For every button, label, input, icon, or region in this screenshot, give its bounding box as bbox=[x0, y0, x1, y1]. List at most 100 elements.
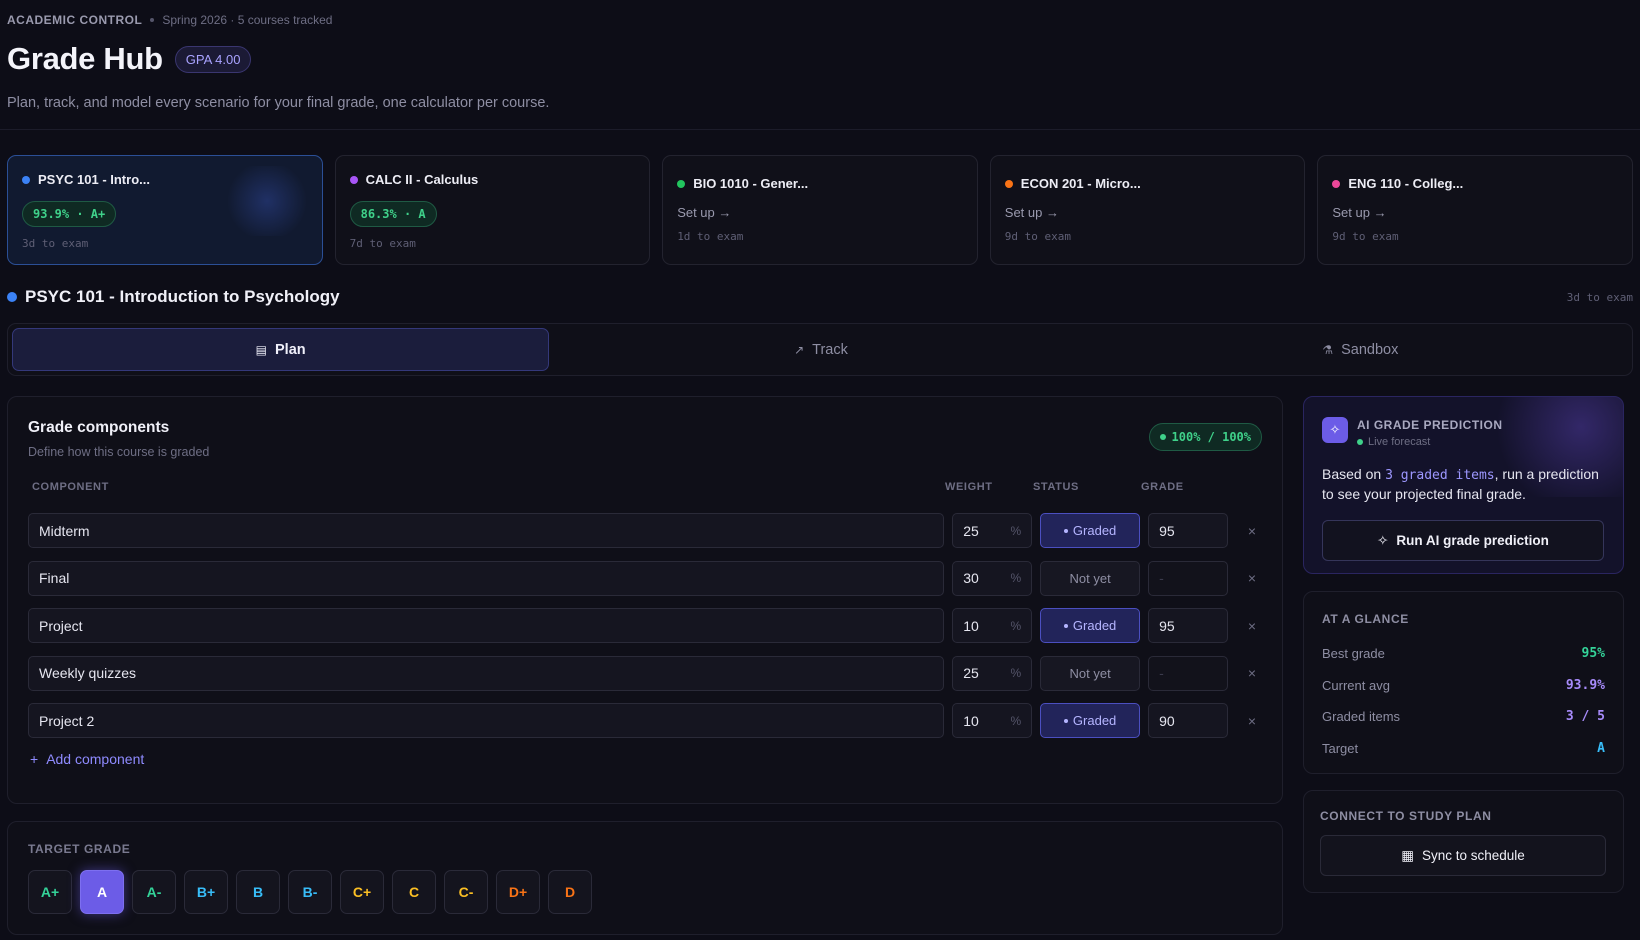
component-grade-input[interactable]: - bbox=[1148, 655, 1229, 691]
course-card[interactable]: ECON 201 - Micro... Set up → 9d to exam bbox=[989, 155, 1306, 265]
calendar-icon: ▦ bbox=[1401, 847, 1414, 863]
target-grade-option[interactable]: C+ bbox=[340, 870, 384, 914]
course-color-dot bbox=[1004, 179, 1013, 188]
percent-sign: % bbox=[1010, 618, 1022, 633]
status-toggle[interactable]: Graded bbox=[1040, 703, 1141, 738]
target-grade-panel: TARGET GRADE A+ A A- B+ B B- C+ C C- D+ D bbox=[7, 821, 1283, 935]
add-component-button[interactable]: + Add component bbox=[28, 751, 1262, 767]
close-icon[interactable]: × bbox=[1242, 570, 1262, 586]
status-label: Graded bbox=[1072, 618, 1117, 633]
component-name-input[interactable]: Midterm bbox=[28, 513, 945, 548]
target-grade-option[interactable]: A+ bbox=[28, 870, 72, 914]
target-grade-option[interactable]: A- bbox=[132, 870, 176, 914]
title-row: Grade Hub GPA 4.00 bbox=[7, 41, 1633, 76]
tab-track[interactable]: ↗ Track bbox=[553, 328, 1088, 371]
course-name: ECON 201 - Micro... bbox=[1020, 176, 1141, 191]
target-grade-option[interactable]: C bbox=[392, 870, 436, 914]
status-label: Graded bbox=[1072, 713, 1117, 728]
component-weight-input[interactable]: 10% bbox=[952, 703, 1033, 738]
target-grade-option[interactable]: D bbox=[548, 870, 592, 914]
component-row: Midterm 25% Graded 95 × bbox=[28, 513, 1262, 548]
exam-countdown: 9d to exam bbox=[1332, 230, 1399, 243]
component-grade-input[interactable]: 95 bbox=[1148, 513, 1229, 548]
course-card[interactable]: ENG 110 - Colleg... Set up → 9d to exam bbox=[1317, 155, 1633, 265]
target-grade-option[interactable]: C- bbox=[444, 870, 488, 914]
gpa-badge: GPA 4.00 bbox=[174, 45, 252, 73]
glance-value: 3 / 5 bbox=[1565, 709, 1605, 725]
status-dot bbox=[1159, 434, 1166, 440]
trend-icon: ↗ bbox=[794, 342, 805, 357]
tab-label: Sandbox bbox=[1341, 341, 1399, 358]
component-grade-input[interactable]: - bbox=[1148, 560, 1229, 596]
column-header: COMPONENT bbox=[32, 481, 109, 493]
sparkle-icon: ✧ bbox=[1377, 532, 1389, 548]
target-grade-option[interactable]: B bbox=[236, 870, 280, 914]
course-card[interactable]: BIO 1010 - Gener... Set up → 1d to exam bbox=[662, 155, 978, 265]
sync-schedule-button[interactable]: ▦ Sync to schedule bbox=[1320, 835, 1606, 876]
setup-link[interactable]: Set up → bbox=[1005, 205, 1291, 220]
status-toggle[interactable]: Not yet bbox=[1040, 655, 1141, 691]
status-toggle[interactable]: Graded bbox=[1040, 608, 1141, 643]
component-name-input[interactable]: Project bbox=[28, 608, 945, 643]
ai-title: AI GRADE PREDICTION bbox=[1357, 418, 1503, 432]
component-name-input[interactable]: Final bbox=[28, 560, 945, 596]
close-icon[interactable]: × bbox=[1242, 523, 1262, 539]
glance-row: Graded items 3 / 5 bbox=[1322, 701, 1605, 733]
brand-label: ACADEMIC CONTROL bbox=[7, 13, 143, 27]
target-grade-label: TARGET GRADE bbox=[28, 842, 131, 856]
percent-sign: % bbox=[1010, 713, 1022, 728]
course-grade-pill: 93.9% · A+ bbox=[22, 201, 117, 227]
glance-row: Best grade 95% bbox=[1322, 638, 1605, 670]
status-label: Not yet bbox=[1069, 570, 1111, 586]
graded-items-highlight: 3 graded items bbox=[1385, 468, 1495, 483]
glance-label: Current avg bbox=[1322, 677, 1390, 693]
components-description: Define how this course is graded bbox=[28, 445, 210, 459]
component-grade-input[interactable]: 90 bbox=[1148, 703, 1229, 738]
target-grade-option[interactable]: B+ bbox=[184, 870, 228, 914]
percent-sign: % bbox=[1010, 523, 1022, 538]
tab-plan[interactable]: ▤ Plan bbox=[12, 328, 550, 371]
component-name-input[interactable]: Project 2 bbox=[28, 703, 945, 738]
status-toggle[interactable]: Not yet bbox=[1040, 560, 1141, 596]
study-plan-title: CONNECT TO STUDY PLAN bbox=[1320, 809, 1492, 823]
weight-value: 10 bbox=[963, 712, 979, 729]
exam-countdown: 3d to exam bbox=[22, 237, 89, 250]
run-prediction-label: Run AI grade prediction bbox=[1396, 533, 1549, 548]
close-icon[interactable]: × bbox=[1242, 665, 1262, 681]
close-icon[interactable]: × bbox=[1242, 713, 1262, 729]
ai-prediction-panel: ✧ AI GRADE PREDICTION Live forecast Base… bbox=[1303, 396, 1624, 574]
course-card[interactable]: CALC II - Calculus 86.3% · A 7d to exam bbox=[334, 155, 651, 265]
target-grade-option[interactable]: B- bbox=[288, 870, 332, 914]
separator-dot bbox=[150, 18, 155, 22]
column-header: STATUS bbox=[1033, 481, 1079, 493]
weight-total-badge: 100% / 100% bbox=[1148, 423, 1262, 451]
status-toggle[interactable]: Graded bbox=[1040, 513, 1141, 548]
target-grade-option[interactable]: D+ bbox=[496, 870, 540, 914]
component-weight-input[interactable]: 10% bbox=[952, 608, 1033, 643]
tab-label: Track bbox=[812, 341, 848, 358]
course-name: PSYC 101 - Intro... bbox=[38, 172, 150, 187]
component-row: Project 10% Graded 95 × bbox=[28, 608, 1262, 643]
glance-row: Current avg 93.9% bbox=[1322, 670, 1605, 702]
setup-link[interactable]: Set up → bbox=[1332, 205, 1618, 220]
target-grade-options: A+ A A- B+ B B- C+ C C- D+ D bbox=[28, 870, 1262, 914]
course-color-dot bbox=[677, 179, 686, 188]
clipboard-icon: ▤ bbox=[255, 342, 268, 357]
setup-link[interactable]: Set up → bbox=[677, 205, 963, 220]
component-weight-input[interactable]: 25% bbox=[952, 513, 1033, 548]
component-weight-input[interactable]: 25% bbox=[952, 655, 1033, 691]
component-grade-input[interactable]: 95 bbox=[1148, 608, 1229, 643]
weight-value: 10 bbox=[963, 617, 979, 634]
exam-countdown: 7d to exam bbox=[349, 237, 416, 250]
run-prediction-button[interactable]: ✧ Run AI grade prediction bbox=[1322, 520, 1604, 561]
close-icon[interactable]: × bbox=[1242, 618, 1262, 634]
course-color-dot bbox=[1332, 179, 1341, 188]
tab-sandbox[interactable]: ⚗ Sandbox bbox=[1093, 328, 1628, 371]
course-card[interactable]: PSYC 101 - Intro... 93.9% · A+ 3d to exam bbox=[7, 155, 323, 265]
component-name-input[interactable]: Weekly quizzes bbox=[28, 655, 945, 691]
target-grade-option[interactable]: A bbox=[80, 870, 124, 914]
course-color-dot bbox=[7, 292, 17, 302]
course-name: BIO 1010 - Gener... bbox=[693, 176, 809, 191]
component-weight-input[interactable]: 30% bbox=[952, 560, 1033, 596]
glance-row: Target A bbox=[1322, 733, 1605, 765]
